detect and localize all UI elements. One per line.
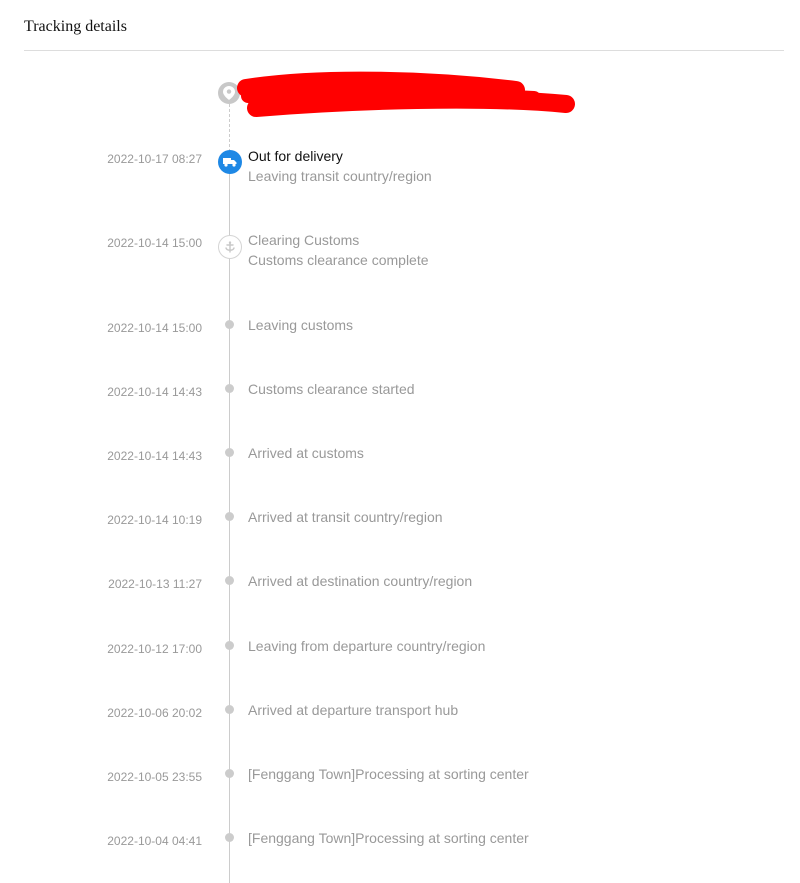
event-timestamp: 2022-10-14 15:00 [107, 321, 202, 335]
event-timestamp: 2022-10-14 14:43 [107, 449, 202, 463]
event-timestamp: 2022-10-05 23:55 [107, 770, 202, 784]
event-title: Leaving from departure country/region [248, 638, 486, 654]
timeline-dot [225, 512, 234, 521]
event-timestamp: 2022-10-06 20:02 [107, 706, 202, 720]
event-title: Clearing Customs [248, 232, 360, 248]
timeline-dot [225, 833, 234, 842]
title-divider [24, 50, 784, 51]
event-detail: Leaving transit country/region [248, 168, 432, 184]
event-title: Arrived at departure transport hub [248, 702, 459, 718]
event-title: [Fenggang Town]Processing at sorting cen… [248, 766, 529, 782]
customs-icon [218, 235, 242, 259]
event-timestamp: 2022-10-14 14:43 [107, 385, 202, 399]
event-detail: Customs clearance complete [248, 252, 429, 268]
event-timestamp: 2022-10-12 17:00 [107, 642, 202, 656]
timeline-dot [225, 641, 234, 650]
event-timestamp: 2022-10-14 15:00 [107, 236, 202, 250]
event-timestamp: 2022-10-17 08:27 [107, 152, 202, 166]
event-timestamp: 2022-10-04 04:41 [107, 834, 202, 848]
timeline-dot [225, 769, 234, 778]
timeline-dot [225, 384, 234, 393]
address-redaction [234, 70, 584, 131]
timeline-dot [225, 448, 234, 457]
event-title: Customs clearance started [248, 381, 415, 397]
timeline-rail-dashed [229, 104, 230, 152]
event-timestamp: 2022-10-14 10:19 [107, 513, 202, 527]
timeline-dot [225, 576, 234, 585]
event-title: Arrived at destination country/region [248, 573, 473, 589]
event-title: Leaving customs [248, 317, 354, 333]
timeline-dot [225, 320, 234, 329]
event-title: Arrived at transit country/region [248, 509, 443, 525]
event-title: [Fenggang Town]Processing at sorting cen… [248, 830, 529, 846]
truck-icon [218, 150, 242, 174]
page-title: Tracking details [24, 18, 127, 35]
event-title: Out for delivery [248, 148, 343, 164]
timeline-dot [225, 705, 234, 714]
event-title: Arrived at customs [248, 445, 364, 461]
event-timestamp: 2022-10-13 11:27 [108, 577, 202, 591]
